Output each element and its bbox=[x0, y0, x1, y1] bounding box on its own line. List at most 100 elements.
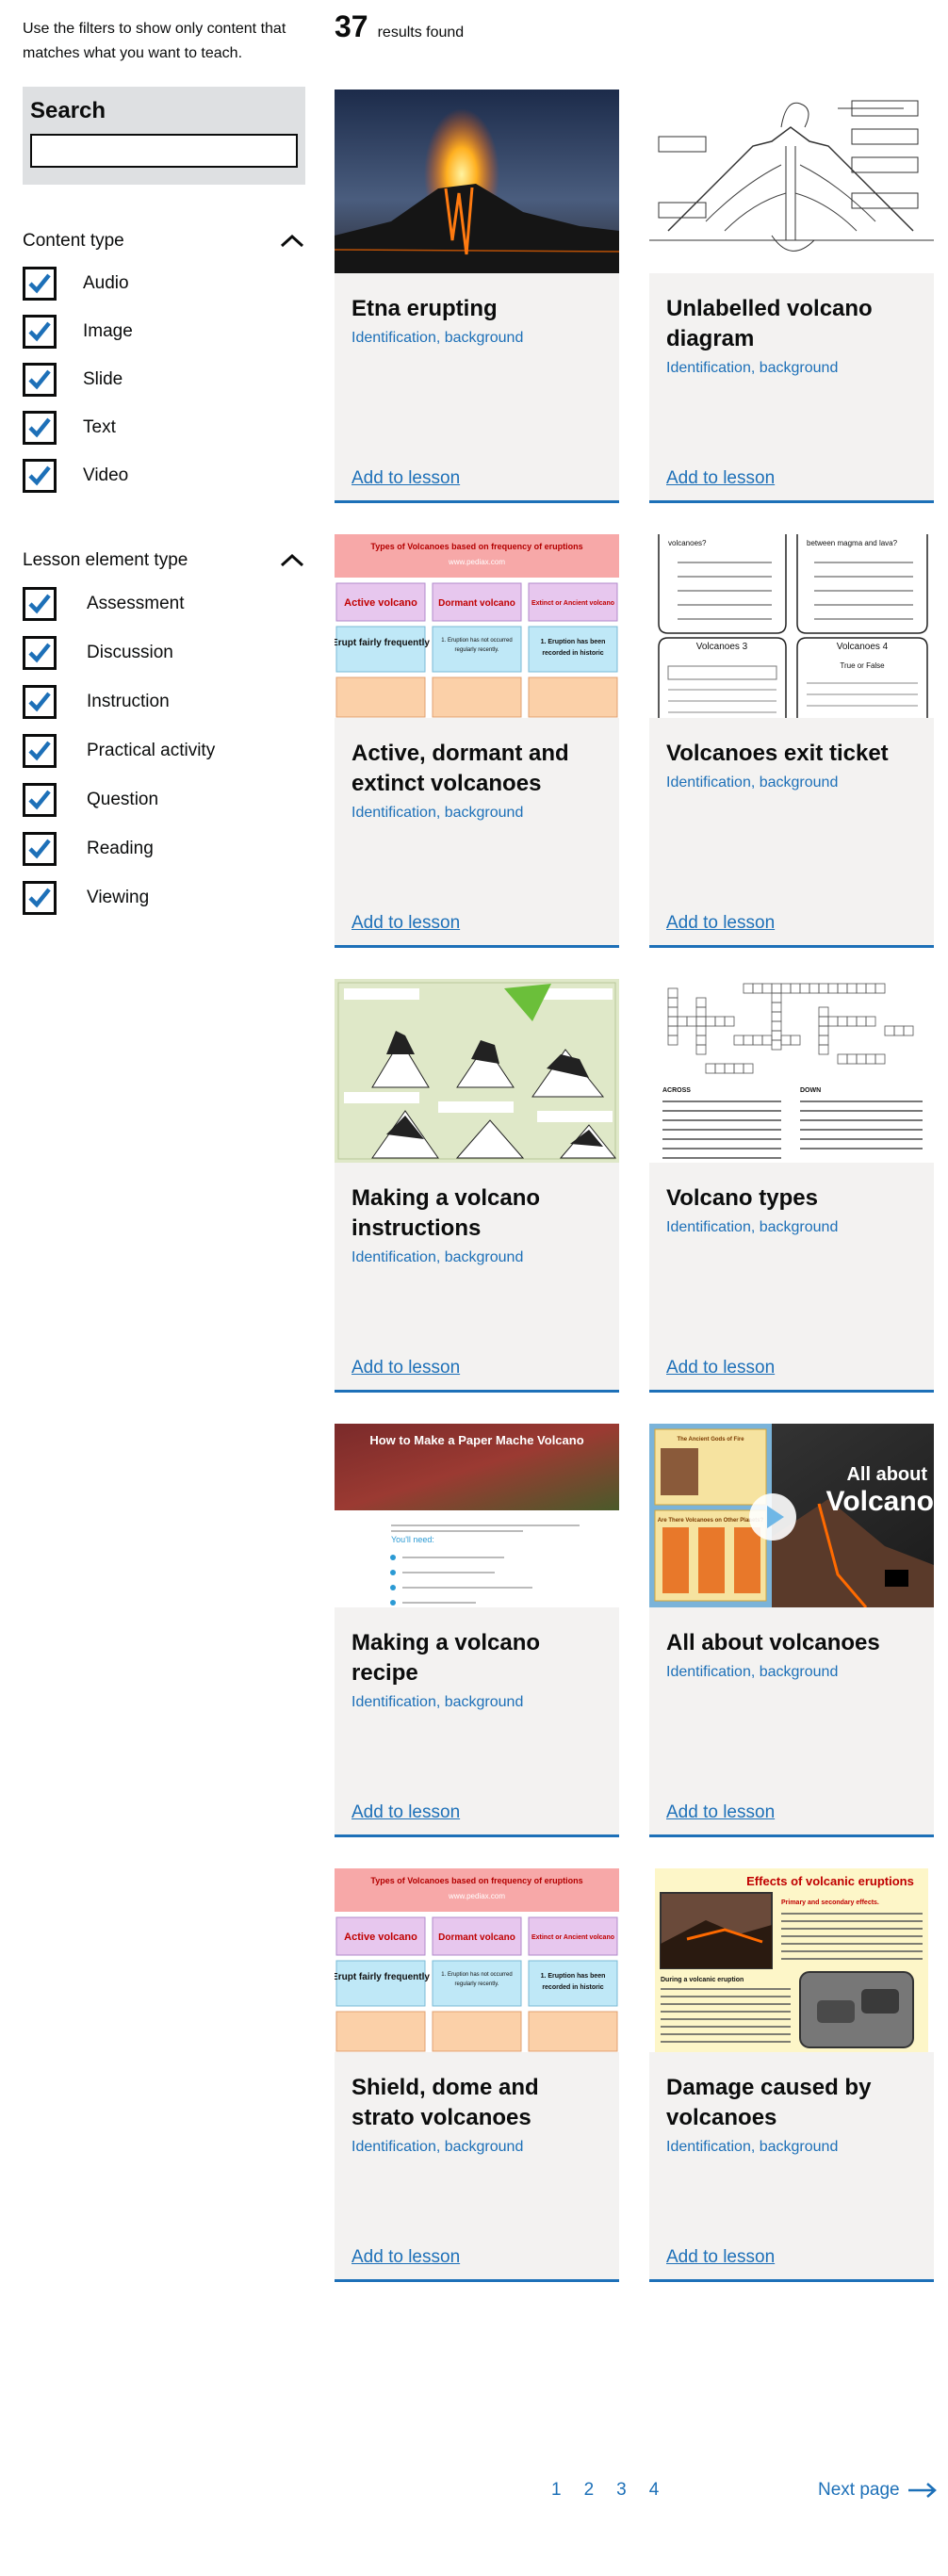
tag-link[interactable]: background bbox=[760, 360, 839, 376]
tag-link[interactable]: background bbox=[760, 2139, 839, 2155]
add-to-lesson-link[interactable]: Add to lesson bbox=[351, 913, 460, 934]
checkbox-assessment[interactable]: Assessment bbox=[23, 585, 305, 623]
card-thumbnail[interactable]: Types of Volcanoes based on frequency of… bbox=[335, 1868, 619, 2052]
add-to-lesson-link[interactable]: Add to lesson bbox=[666, 1358, 775, 1378]
add-to-lesson-link[interactable]: Add to lesson bbox=[666, 468, 775, 489]
etna-photo bbox=[335, 90, 619, 273]
checkbox-checked-icon[interactable] bbox=[23, 734, 57, 768]
resource-card: volcanoes? between magma and lava? Volca… bbox=[649, 534, 934, 948]
search-input[interactable] bbox=[30, 134, 298, 168]
checkbox-slide[interactable]: Slide bbox=[23, 361, 305, 399]
lesson-element-filter: Lesson element type Assessment Discussio… bbox=[23, 547, 305, 917]
page-link-3[interactable]: 3 bbox=[616, 2480, 627, 2501]
add-to-lesson-link[interactable]: Add to lesson bbox=[351, 468, 460, 489]
card-title[interactable]: Active, dormant and extinct volcanoes bbox=[351, 739, 602, 799]
card-title[interactable]: Making a volcano instructions bbox=[351, 1183, 602, 1244]
page-link-1[interactable]: 1 bbox=[551, 2480, 562, 2501]
next-page-link[interactable]: Next page bbox=[818, 2480, 938, 2501]
checkbox-question[interactable]: Question bbox=[23, 781, 305, 819]
checkbox-checked-icon[interactable] bbox=[23, 832, 57, 866]
tag-link[interactable]: Identification bbox=[666, 1664, 751, 1680]
checkbox-checked-icon[interactable] bbox=[23, 267, 57, 301]
tag-link[interactable]: background bbox=[445, 2139, 524, 2155]
card-thumbnail[interactable] bbox=[649, 90, 934, 273]
checkbox-checked-icon[interactable] bbox=[23, 315, 57, 349]
add-to-lesson-link[interactable]: Add to lesson bbox=[351, 2247, 460, 2268]
checkbox-checked-icon[interactable] bbox=[23, 363, 57, 397]
card-title[interactable]: Making a volcano recipe bbox=[351, 1628, 602, 1688]
video-thumbnail[interactable]: The Ancient Gods of Fire Are There Volca… bbox=[649, 1424, 934, 1607]
checkbox-checked-icon[interactable] bbox=[23, 587, 57, 621]
tag-link[interactable]: background bbox=[445, 1249, 524, 1265]
chevron-up-icon[interactable] bbox=[279, 228, 305, 254]
checkbox-viewing[interactable]: Viewing bbox=[23, 879, 305, 917]
tag-link[interactable]: Identification bbox=[666, 2139, 751, 2155]
tag-link[interactable]: Identification bbox=[666, 774, 751, 791]
tag-link[interactable]: Identification bbox=[351, 1694, 436, 1710]
tag-link[interactable]: background bbox=[760, 1664, 839, 1680]
checkbox-checked-icon[interactable] bbox=[23, 783, 57, 817]
card-title[interactable]: Shield, dome and strato volcanoes bbox=[351, 2073, 602, 2133]
svg-text:regularly recently.: regularly recently. bbox=[455, 1981, 499, 1987]
tag-link[interactable]: background bbox=[760, 1219, 839, 1235]
checkbox-image[interactable]: Image bbox=[23, 313, 305, 351]
tag-link[interactable]: background bbox=[760, 774, 839, 791]
tag-link[interactable]: Identification bbox=[351, 1249, 436, 1265]
play-icon[interactable] bbox=[748, 1492, 797, 1541]
checkbox-checked-icon[interactable] bbox=[23, 636, 57, 670]
add-to-lesson-link[interactable]: Add to lesson bbox=[351, 1358, 460, 1378]
card-title[interactable]: Unlabelled volcano diagram bbox=[666, 294, 917, 354]
add-to-lesson-link[interactable]: Add to lesson bbox=[666, 913, 775, 934]
checkbox-label: Question bbox=[87, 790, 159, 809]
checkbox-practical-activity[interactable]: Practical activity bbox=[23, 732, 305, 770]
card-thumbnail[interactable]: ACROSS DOWN bbox=[649, 979, 934, 1163]
svg-text:recorded in historic: recorded in historic bbox=[542, 1984, 603, 1991]
tag-link[interactable]: background bbox=[445, 805, 524, 821]
card-thumbnail[interactable]: How to Make a Paper Mache Volcano You'll… bbox=[335, 1424, 619, 1607]
card-title[interactable]: Damage caused by volcanoes bbox=[666, 2073, 917, 2133]
resource-card: How to Make a Paper Mache Volcano You'll… bbox=[335, 1424, 619, 1837]
card-thumbnail[interactable]: Types of Volcanoes based on frequency of… bbox=[335, 534, 619, 718]
tag-link[interactable]: background bbox=[445, 330, 524, 346]
add-to-lesson-link[interactable]: Add to lesson bbox=[666, 1802, 775, 1823]
checkbox-checked-icon[interactable] bbox=[23, 411, 57, 445]
arrow-right-icon bbox=[907, 2483, 937, 2498]
tag-link[interactable]: background bbox=[445, 1694, 524, 1710]
lesson-element-header[interactable]: Lesson element type bbox=[23, 547, 305, 574]
recipe-need: You'll need: bbox=[391, 1535, 434, 1544]
checkbox-checked-icon[interactable] bbox=[23, 459, 57, 493]
checkbox-label: Discussion bbox=[87, 643, 173, 662]
checkbox-instruction[interactable]: Instruction bbox=[23, 683, 305, 721]
card-thumbnail[interactable]: volcanoes? between magma and lava? Volca… bbox=[649, 534, 934, 718]
card-thumbnail[interactable] bbox=[335, 979, 619, 1163]
checkbox-checked-icon[interactable] bbox=[23, 881, 57, 915]
tag-link[interactable]: Identification bbox=[666, 1219, 751, 1235]
svg-text:1. Eruption has not occurred: 1. Eruption has not occurred bbox=[441, 1972, 512, 1978]
tag-link[interactable]: Identification bbox=[351, 805, 436, 821]
checkbox-label: Slide bbox=[83, 369, 123, 389]
checkbox-reading[interactable]: Reading bbox=[23, 830, 305, 868]
checkbox-video[interactable]: Video bbox=[23, 457, 305, 495]
chart-watermark: www.pediax.com bbox=[448, 1892, 505, 1900]
card-thumbnail[interactable]: Effects of volcanic eruptions Primary an… bbox=[649, 1868, 934, 2052]
add-to-lesson-link[interactable]: Add to lesson bbox=[351, 1802, 460, 1823]
tag-link[interactable]: Identification bbox=[351, 2139, 436, 2155]
checkbox-checked-icon[interactable] bbox=[23, 685, 57, 719]
checkbox-text[interactable]: Text bbox=[23, 409, 305, 447]
card-thumbnail[interactable] bbox=[335, 90, 619, 273]
video-box-1: The Ancient Gods of Fire bbox=[677, 1437, 744, 1443]
tag-link[interactable]: Identification bbox=[666, 360, 751, 376]
checkbox-discussion[interactable]: Discussion bbox=[23, 634, 305, 672]
filters-intro: Use the filters to show only content tha… bbox=[23, 21, 286, 61]
crossword-across: ACROSS bbox=[662, 1087, 691, 1094]
chevron-up-icon[interactable] bbox=[279, 547, 305, 574]
checkbox-audio[interactable]: Audio bbox=[23, 265, 305, 302]
page-link-2[interactable]: 2 bbox=[584, 2480, 595, 2501]
page-link-4[interactable]: 4 bbox=[649, 2480, 660, 2501]
add-to-lesson-link[interactable]: Add to lesson bbox=[666, 2247, 775, 2268]
card-tags: Identification, background bbox=[666, 360, 839, 376]
ticket-true-false: True or False bbox=[840, 661, 885, 670]
resource-card: The Ancient Gods of Fire Are There Volca… bbox=[649, 1424, 934, 1837]
content-type-header[interactable]: Content type bbox=[23, 228, 305, 254]
tag-link[interactable]: Identification bbox=[351, 330, 436, 346]
